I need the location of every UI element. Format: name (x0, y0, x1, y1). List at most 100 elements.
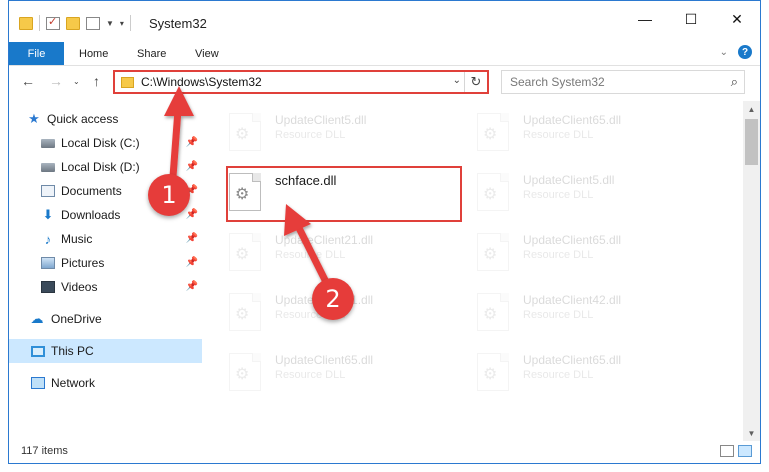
sidebar-item-pictures[interactable]: Pictures 📌 (9, 251, 202, 275)
list-item[interactable]: ⚙ UpdateClient5.dll Resource DLL (467, 165, 707, 217)
title-bar: ▼ ▾ System32 — ☐ ✕ (9, 1, 760, 39)
status-bar: 117 items (9, 441, 760, 463)
pin-icon: 📌 (185, 161, 198, 172)
file-name: UpdateClient65.dll (523, 353, 622, 367)
scroll-down-icon[interactable]: ▼ (743, 425, 760, 441)
dll-file-icon: ⚙ (229, 233, 261, 271)
chevron-down-icon[interactable]: ⌄ (453, 75, 461, 86)
file-type: Resource DLL (275, 369, 346, 381)
sidebar-item-videos[interactable]: Videos 📌 (9, 275, 202, 299)
toolbar-divider (39, 15, 40, 31)
dll-file-icon: ⚙ (477, 353, 509, 391)
help-icon[interactable]: ? (738, 45, 752, 59)
list-item[interactable]: ⚙ UpdateClient65.dll Resource DLL (467, 105, 707, 157)
sidebar-item-label: Downloads (61, 208, 121, 222)
chevron-down-icon[interactable]: ⌄ (720, 47, 728, 58)
forward-icon[interactable]: → (49, 73, 63, 89)
pc-icon (31, 345, 45, 357)
details-view-icon[interactable] (720, 445, 734, 457)
tab-home[interactable]: Home (79, 42, 108, 65)
explorer-window: ▼ ▾ System32 — ☐ ✕ File Home Share View … (8, 0, 761, 464)
address-row: ← → ⌄ ↑ C:\Windows\System32 ⌄ ↻ Search S… (9, 67, 760, 97)
file-name: UpdateClient21.dll (275, 293, 374, 307)
tab-view[interactable]: View (195, 42, 219, 65)
pin-icon: 📌 (185, 281, 198, 292)
folder-icon (19, 16, 33, 30)
pictures-icon (41, 257, 55, 269)
item-count: 117 items (21, 445, 68, 457)
address-bar[interactable]: C:\Windows\System32 ⌄ ↻ (113, 70, 489, 94)
pin-icon: 📌 (185, 233, 198, 244)
list-item[interactable]: ⚙ UpdateClient21.dll Resource DLL (219, 225, 459, 277)
file-name: schface.dll (275, 173, 337, 188)
ribbon-controls: ⌄ ? (720, 45, 752, 59)
customize-toolbar-icon[interactable]: ▾ (120, 19, 124, 28)
list-item[interactable]: ⚙ UpdateClient65.dll Resource DLL (219, 345, 459, 397)
scroll-thumb[interactable] (745, 119, 758, 165)
refresh-icon[interactable]: ↻ (464, 72, 487, 92)
gear-icon: ⚙ (235, 186, 250, 203)
sidebar-item-label: Local Disk (C:) (61, 136, 140, 150)
sidebar-item-network[interactable]: Network (9, 371, 202, 395)
list-item[interactable]: ⚙ UpdateClient42.dll Resource DLL (467, 285, 707, 337)
sidebar-item-onedrive[interactable]: ☁ OneDrive (9, 307, 202, 331)
search-input[interactable]: Search System32 (510, 75, 605, 89)
downloads-icon: ⬇ (42, 207, 54, 222)
gear-icon: ⚙ (235, 126, 250, 143)
sidebar-item-music[interactable]: ♪ Music 📌 (9, 227, 202, 251)
sidebar-item-local-disk-d[interactable]: Local Disk (D:) 📌 (9, 155, 202, 179)
gear-icon: ⚙ (483, 366, 498, 383)
file-type: Resource DLL (275, 309, 346, 321)
sidebar-item-downloads[interactable]: ⬇ Downloads 📌 (9, 203, 202, 227)
dll-file-icon: ⚙ (229, 113, 261, 151)
up-icon[interactable]: ↑ (93, 73, 100, 89)
sidebar-item-label: Documents (61, 184, 122, 198)
tab-share[interactable]: Share (137, 42, 166, 65)
search-box[interactable]: Search System32 ⌕ (501, 70, 745, 94)
list-item[interactable]: ⚙ UpdateClient65.dll Resource DLL (467, 225, 707, 277)
file-name: UpdateClient65.dll (275, 353, 374, 367)
sidebar-item-label: This PC (51, 344, 94, 358)
tab-file[interactable]: File (9, 42, 64, 65)
vertical-scrollbar[interactable]: ▲ ▼ (743, 101, 760, 441)
sidebar-item-label: Network (51, 376, 96, 390)
list-item[interactable]: ⚙ UpdateClient21.dll Resource DLL (219, 285, 459, 337)
chevron-down-icon[interactable]: ▼ (106, 19, 114, 28)
sidebar-item-local-disk-c[interactable]: Local Disk (C:) 📌 (9, 131, 202, 155)
file-name: UpdateClient21.dll (275, 233, 374, 247)
pin-icon: 📌 (185, 137, 198, 148)
large-icons-view-icon[interactable] (738, 445, 752, 457)
sidebar-item-quick-access[interactable]: ★ Quick access (9, 107, 202, 131)
sidebar-item-this-pc[interactable]: This PC (9, 339, 202, 363)
dll-file-icon: ⚙ (229, 353, 261, 391)
file-name: UpdateClient65.dll (523, 233, 622, 247)
file-type: Resource DLL (275, 249, 346, 261)
file-name: UpdateClient65.dll (523, 113, 622, 127)
dll-file-icon: ⚙ (477, 293, 509, 331)
customize-icon[interactable] (86, 16, 100, 30)
minimize-button[interactable]: — (622, 1, 668, 37)
cloud-icon: ☁ (30, 311, 44, 326)
properties-icon[interactable] (46, 15, 60, 30)
ribbon-tabs: File Home Share View ⌄ ? (9, 39, 760, 66)
maximize-button[interactable]: ☐ (668, 1, 714, 37)
sidebar-item-label: Local Disk (D:) (61, 160, 140, 174)
back-icon[interactable]: ← (21, 73, 35, 89)
list-item-schface[interactable]: ⚙ schface.dll (219, 165, 459, 217)
file-type: Resource DLL (523, 309, 594, 321)
search-icon[interactable]: ⌕ (731, 74, 738, 90)
file-type: Resource DLL (275, 129, 346, 141)
list-item[interactable]: ⚙ UpdateClient5.dll Resource DLL (219, 105, 459, 157)
window-title: System32 (149, 16, 207, 31)
scroll-up-icon[interactable]: ▲ (743, 101, 760, 117)
new-folder-icon[interactable] (66, 16, 80, 30)
close-button[interactable]: ✕ (714, 1, 760, 37)
file-type: Resource DLL (523, 129, 594, 141)
gear-icon: ⚙ (483, 246, 498, 263)
list-item[interactable]: ⚙ UpdateClient65.dll Resource DLL (467, 345, 707, 397)
recent-locations-icon[interactable]: ⌄ (73, 77, 80, 86)
sidebar-item-documents[interactable]: Documents 📌 (9, 179, 202, 203)
star-icon: ★ (28, 111, 40, 126)
disk-icon (41, 138, 55, 148)
address-path[interactable]: C:\Windows\System32 (141, 75, 262, 89)
